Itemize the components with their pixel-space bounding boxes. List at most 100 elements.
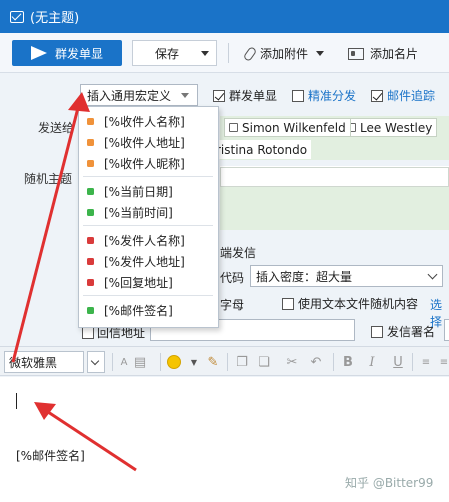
underline-icon[interactable]: U [390, 354, 406, 370]
macro-menu-item[interactable]: [%收件人昵称] [79, 153, 218, 174]
precise-checkbox[interactable] [292, 89, 304, 102]
macro-menu-item[interactable]: [%回复地址] [79, 272, 218, 293]
sender-sign-checkbox[interactable] [371, 325, 383, 338]
macro-menu: [%收件人名称] [%收件人地址] [%收件人昵称] [%当前日期] [%当前时间] [%… [78, 106, 219, 328]
macro-menu-item[interactable]: [%邮件签名] [79, 300, 218, 321]
macro-menu-item-label: [%收件人昵称] [104, 157, 185, 171]
tracking-link[interactable]: 邮件追踪 [387, 87, 435, 104]
chevron-down-icon[interactable] [201, 51, 209, 56]
add-attachment-label: 添加附件 [260, 47, 309, 61]
paperclip-icon [242, 45, 258, 62]
align-icon[interactable]: ≡ [418, 354, 434, 370]
format-toolbar: 微软雅黑 A ▤ ▼ ✎ ❐ ❏ ✂ ↶ B I U ≡ ≡ [0, 346, 449, 376]
status-dot-icon [87, 307, 94, 314]
save-button[interactable]: 保存 [132, 40, 217, 66]
recipient-name: ristina Rotondo [216, 142, 308, 157]
window-title: (无主题) [30, 11, 80, 26]
signature-macro: [%邮件签名] [16, 449, 85, 463]
sender-sign-option[interactable]: 发信署名 [371, 323, 435, 340]
macro-menu-item[interactable]: [%当前日期] [79, 181, 218, 202]
send-bulk-button[interactable]: 群发单显 [12, 40, 122, 66]
bold-icon[interactable]: B [340, 354, 356, 370]
chevron-down-icon[interactable]: ▼ [186, 354, 202, 370]
undo-icon[interactable]: ↶ [308, 354, 324, 370]
paste-special-icon[interactable]: ❏ [256, 354, 272, 370]
precise-link[interactable]: 精准分发 [308, 87, 356, 104]
toolbar-divider [333, 353, 334, 371]
macro-menu-item[interactable]: [%发件人地址] [79, 251, 218, 272]
bulk-single-checkbox[interactable] [213, 89, 225, 102]
status-dot-icon [87, 209, 94, 216]
macro-menu-item-label: [%回复地址] [104, 276, 173, 290]
macro-menu-item-label: [%发件人地址] [104, 255, 185, 269]
message-editor[interactable]: [%邮件签名] 知乎 @Bitter99 [0, 377, 449, 502]
status-dot-icon [87, 258, 94, 265]
insert-macro-button[interactable]: 插入通用宏定义 [80, 84, 198, 106]
tracking-option[interactable]: 邮件追踪 [371, 87, 435, 104]
macro-menu-item[interactable]: [%当前时间] [79, 202, 218, 223]
text-color-icon[interactable]: A [116, 354, 132, 370]
precise-option[interactable]: 精准分发 [292, 87, 356, 104]
macro-menu-item-label: [%当前日期] [104, 185, 173, 199]
macro-menu-item[interactable]: [%收件人名称] [79, 111, 218, 132]
status-dot-icon [87, 188, 94, 195]
add-card-button[interactable]: 添加名片 [348, 45, 418, 62]
copy-icon[interactable]: ❐ [234, 354, 250, 370]
subject-input[interactable] [220, 167, 449, 187]
density-value: 插入密度：超大量 [256, 269, 353, 284]
macro-menu-item-label: [%收件人名称] [104, 115, 185, 129]
to-label: 发送给 [38, 121, 75, 135]
chevron-down-icon [427, 269, 438, 280]
random-text-checkbox[interactable] [282, 297, 294, 310]
smiley-icon [167, 355, 181, 369]
macro-menu-item[interactable]: [%发件人名称] [79, 230, 218, 251]
italic-icon[interactable]: I [364, 354, 380, 370]
mail-app-icon [10, 10, 24, 23]
font-select[interactable]: 微软雅黑 [4, 351, 84, 373]
emoji-button[interactable] [166, 354, 182, 370]
status-dot-icon [87, 237, 94, 244]
macro-menu-item-label: [%当前时间] [104, 206, 173, 220]
send-mode-label: 端发信 [220, 246, 257, 260]
save-label: 保存 [155, 46, 180, 61]
menu-divider [83, 176, 213, 177]
macro-menu-item-label: [%邮件签名] [104, 304, 173, 318]
contact-card-icon [348, 47, 364, 60]
watermark: 知乎 @Bitter99 [345, 476, 434, 490]
text-cursor [16, 393, 17, 409]
chevron-down-icon [90, 356, 100, 366]
brush-icon[interactable]: ✎ [205, 354, 221, 370]
tracking-checkbox[interactable] [371, 89, 383, 102]
font-size-select[interactable] [87, 351, 105, 373]
chevron-down-icon[interactable] [316, 51, 325, 56]
toolbar-divider [228, 43, 229, 63]
add-attachment-button[interactable]: 添加附件 [242, 45, 325, 62]
recipient-name: Simon Wilkenfeld [242, 120, 346, 135]
bulk-single-option[interactable]: 群发单显 [213, 87, 277, 104]
subject-label: 随机主题 [24, 172, 73, 186]
random-text-option[interactable]: 使用文本文件随机内容 [282, 295, 418, 312]
title-bar: (无主题) [0, 0, 449, 33]
status-dot-icon [87, 160, 94, 167]
toolbar-divider [412, 353, 413, 371]
recipient-chip[interactable]: Simon Wilkenfeld [224, 118, 351, 137]
compose-form: 插入通用宏定义 群发单显 精准分发 邮件追踪 发送给 Lee Westley r… [0, 74, 449, 346]
reply-address-checkbox[interactable] [82, 326, 94, 339]
macro-menu-item[interactable]: [%收件人地址] [79, 132, 218, 153]
code-label: 代码 [220, 271, 245, 285]
macro-menu-item-label: [%收件人地址] [104, 136, 185, 150]
chevron-down-icon [181, 93, 189, 98]
recipient-chip[interactable]: ristina Rotondo [216, 140, 312, 159]
send-icon [30, 46, 47, 60]
macro-menu-item-label: [%发件人名称] [104, 234, 185, 248]
cut-icon[interactable]: ✂ [284, 354, 300, 370]
density-select[interactable]: 插入密度：超大量 [250, 265, 443, 287]
random-text-label: 使用文本文件随机内容 [298, 297, 419, 311]
subject-area[interactable] [220, 166, 449, 230]
sender-sign-input[interactable] [444, 319, 449, 341]
recipient-chip[interactable]: Lee Westley [342, 118, 438, 137]
align-right-icon[interactable]: ≡ [436, 354, 449, 370]
toolbar-divider [112, 353, 113, 371]
paste-icon[interactable]: ▤ [132, 354, 148, 370]
font-value: 微软雅黑 [9, 355, 58, 370]
